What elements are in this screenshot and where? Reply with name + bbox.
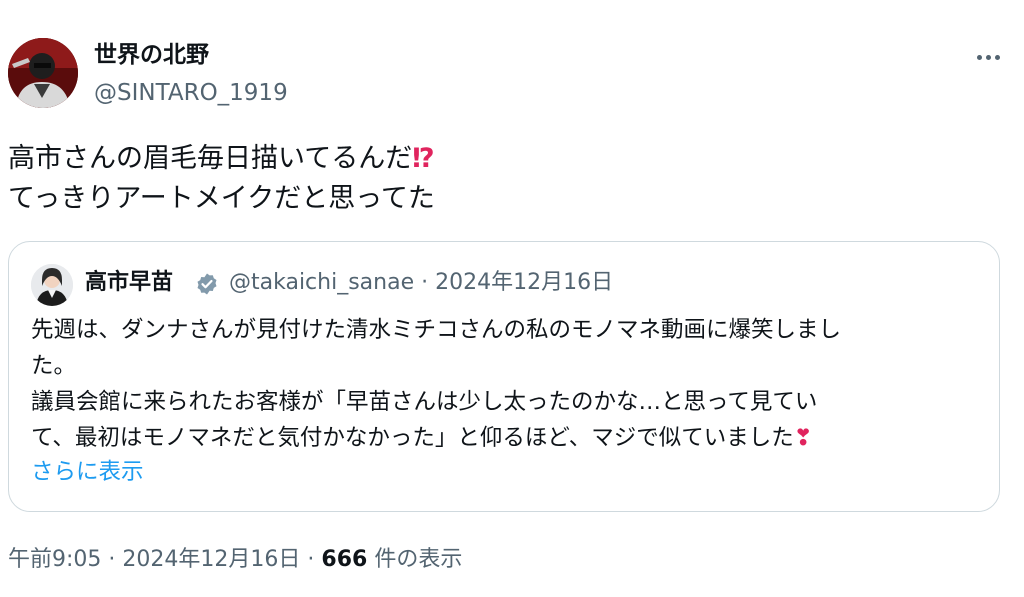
tweet-line-2: てっきりアートメイクだと思ってた: [8, 183, 435, 214]
tweet-date[interactable]: 2024年12月16日: [122, 547, 300, 572]
quote-text: 先週は、ダンナさんが見付けた清水ミチコさんの私のモノマネ動画に爆笑しまし た。 …: [31, 312, 991, 456]
quote-avatar-image: [31, 264, 73, 306]
dot: [985, 54, 991, 60]
show-more-link[interactable]: さらに表示: [31, 454, 144, 490]
quote-line: た。: [31, 353, 77, 379]
view-label: 件の表示: [374, 547, 463, 572]
quote-line: 議員会館に来られたお客様が「早苗さんは少し太ったのかな…と思って見てい: [31, 389, 818, 415]
author-avatar-image: [8, 38, 78, 108]
author-display-name[interactable]: 世界の北野: [94, 40, 209, 70]
author-avatar[interactable]: [8, 38, 78, 108]
quote-line-text: て、最初はモノマネだと気付かなかった」と仰るほど、マジで似ていました: [31, 425, 794, 451]
dot: [976, 54, 982, 60]
quote-author-avatar: [31, 264, 73, 306]
tweet-line-1: 高市さんの眉毛毎日描いてるんだ⁉: [8, 139, 1008, 179]
quote-author-name: 高市早苗: [85, 270, 174, 295]
quote-tweet-card[interactable]: 高市早苗 @takaichi_sanae · 2024年12月16日 先週は、ダ…: [8, 241, 1000, 512]
footer-separator: ·: [307, 547, 315, 572]
exclamation-question-icon: ⁉: [412, 143, 435, 174]
footer-separator: ·: [108, 547, 116, 572]
heart-exclamation-icon: ❣: [793, 425, 813, 451]
tweet-line-1-text: 高市さんの眉毛毎日描いてるんだ: [8, 143, 413, 174]
tweet-footer: 午前9:05 · 2024年12月16日 · 666 件の表示: [8, 545, 462, 575]
quote-separator: ·: [421, 270, 429, 295]
quote-meta: @takaichi_sanae · 2024年12月16日: [229, 268, 613, 298]
quote-date: 2024年12月16日: [435, 270, 614, 295]
tweet-text: 高市さんの眉毛毎日描いてるんだ⁉ てっきりアートメイクだと思ってた: [8, 139, 1008, 219]
quote-line: て、最初はモノマネだと気付かなかった」と仰るほど、マジで似ていました❣: [31, 420, 991, 456]
quote-line: 先週は、ダンナさんが見付けた清水ミチコさんの私のモノマネ動画に爆笑しまし: [31, 317, 842, 343]
verified-badge-icon: [197, 273, 217, 295]
author-handle[interactable]: @SINTARO_1919: [94, 78, 288, 108]
tweet-time[interactable]: 午前9:05: [8, 547, 101, 572]
more-horizontal-icon[interactable]: [968, 42, 1008, 72]
view-count: 666: [321, 547, 368, 572]
quote-handle: @takaichi_sanae: [229, 270, 415, 295]
dot: [994, 54, 1000, 60]
